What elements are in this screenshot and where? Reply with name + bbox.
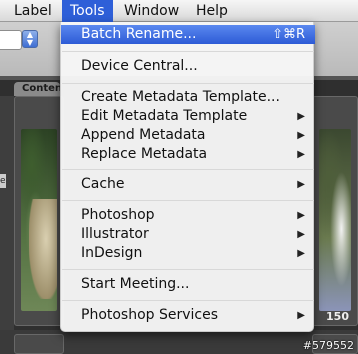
menu-item-edit-metadata-template[interactable]: Edit Metadata Template ▶ <box>61 107 315 126</box>
menu-window[interactable]: Window <box>116 0 187 22</box>
chevron-down-icon: ▼ <box>26 38 34 47</box>
menu-tools[interactable]: Tools <box>62 0 113 22</box>
menu-item-device-central[interactable]: Device Central... <box>61 57 315 76</box>
tools-menu: Batch Rename... ⇧⌘R Device Central... Cr… <box>60 22 315 332</box>
submenu-arrow-icon: ▶ <box>297 130 305 141</box>
menu-item-illustrator[interactable]: Illustrator ▶ <box>61 225 315 244</box>
menu-item-append-metadata[interactable]: Append Metadata ▶ <box>61 126 315 145</box>
thumbnail-cell[interactable] <box>14 334 64 354</box>
submenu-arrow-icon: ▶ <box>297 179 305 190</box>
menu-item-batch-rename[interactable]: Batch Rename... ⇧⌘R <box>61 25 315 44</box>
menu-item-photoshop[interactable]: Photoshop ▶ <box>61 206 315 225</box>
menu-item-cache[interactable]: Cache ▶ <box>61 175 315 194</box>
menu-item-label: Replace Metadata <box>81 146 208 162</box>
menu-separator <box>62 51 314 52</box>
submenu-arrow-icon: ▶ <box>297 210 305 221</box>
submenu-arrow-icon: ▶ <box>297 111 305 122</box>
statue-shape <box>29 199 57 299</box>
menu-item-label: Create Metadata Template... <box>81 89 280 105</box>
menu-label[interactable]: Label <box>6 0 60 22</box>
thumbnail-cell[interactable]: 150 <box>312 96 358 326</box>
menu-item-label: Photoshop Services <box>81 307 219 323</box>
menu-item-indesign[interactable]: InDesign ▶ <box>61 244 315 263</box>
menu-item-label: Batch Rename... <box>81 26 197 42</box>
menu-item-label: Edit Metadata Template <box>81 108 248 124</box>
submenu-arrow-icon: ▶ <box>297 248 305 259</box>
thumbnail-label: 150 <box>326 310 349 323</box>
menu-item-create-metadata-template[interactable]: Create Metadata Template... <box>61 88 315 107</box>
menu-item-photoshop-services[interactable]: Photoshop Services ▶ <box>61 306 315 325</box>
content-tab[interactable]: Content <box>14 82 60 96</box>
menu-item-label: Illustrator <box>81 226 149 242</box>
menu-separator <box>62 169 314 170</box>
submenu-arrow-icon: ▶ <box>297 310 305 321</box>
menu-item-shortcut: ⇧⌘R <box>272 27 305 42</box>
watermark-text: #579552 <box>302 339 354 352</box>
menu-item-label: Start Meeting... <box>81 276 190 292</box>
menu-item-label: Device Central... <box>81 58 198 74</box>
path-stepper[interactable]: ▲ ▼ <box>22 30 38 48</box>
menu-item-label: InDesign <box>81 245 143 261</box>
thumbnail-cell[interactable] <box>14 96 64 326</box>
menu-item-label: Append Metadata <box>81 127 206 143</box>
side-panel-label: e <box>0 174 6 188</box>
side-panel: e <box>0 96 14 354</box>
menu-bar: Label Tools Window Help <box>0 0 358 22</box>
thumbnail-image-bride <box>319 129 351 311</box>
menu-separator <box>62 83 314 84</box>
submenu-arrow-icon: ▶ <box>297 149 305 160</box>
menu-separator <box>62 300 314 301</box>
thumbnail-image-garden <box>21 129 57 311</box>
menu-item-replace-metadata[interactable]: Replace Metadata ▶ <box>61 145 315 164</box>
submenu-arrow-icon: ▶ <box>297 229 305 240</box>
menu-separator <box>62 269 314 270</box>
menu-item-start-meeting[interactable]: Start Meeting... <box>61 275 315 294</box>
path-field[interactable] <box>0 30 22 50</box>
menu-item-label: Cache <box>81 176 125 192</box>
menu-help[interactable]: Help <box>188 0 236 22</box>
menu-item-label: Photoshop <box>81 207 155 223</box>
menu-separator <box>62 200 314 201</box>
